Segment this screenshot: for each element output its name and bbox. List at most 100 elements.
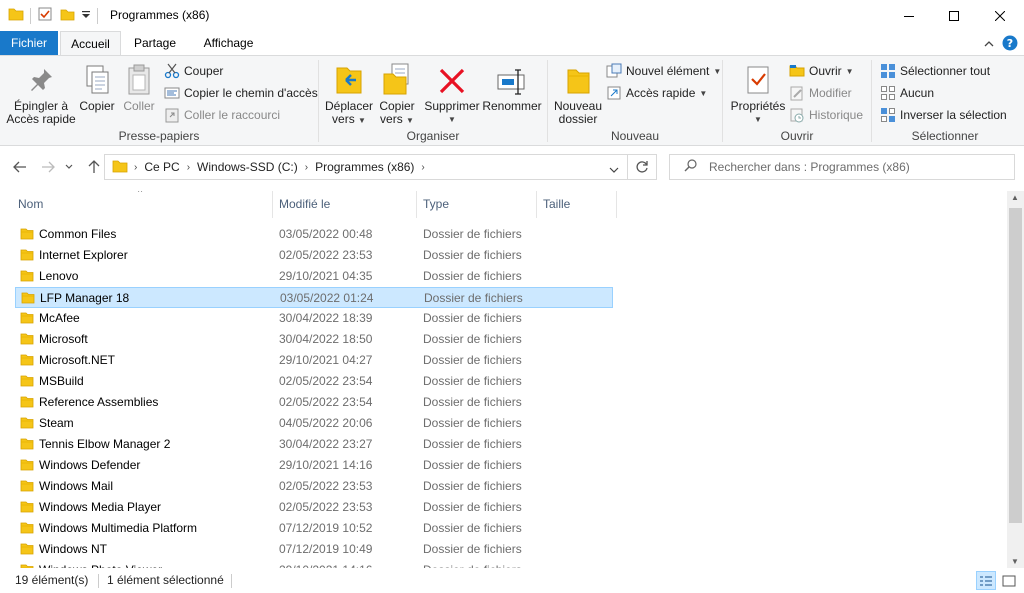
file-row[interactable]: MSBuild 02/05/2022 23:54 Dossier de fichie…	[15, 371, 613, 392]
file-row[interactable]: Tennis Elbow Manager 2 30/04/2022 23:27 Do…	[15, 434, 613, 455]
large-icons-view-button[interactable]	[999, 571, 1019, 590]
pin-quick-access-button[interactable]: Épingler à Accès rapide	[6, 60, 76, 126]
file-modified: 30/04/2022 18:50	[279, 332, 373, 346]
breadcrumb-this-pc[interactable]: Ce PC	[144, 160, 179, 174]
easy-access-button[interactable]: Accès rapide ▼	[606, 83, 707, 103]
properties-icon[interactable]	[37, 6, 53, 25]
column-header-modified[interactable]: Modifié le	[273, 191, 417, 218]
details-view-button[interactable]	[976, 571, 996, 590]
chevron-down-icon: ▼	[699, 88, 708, 98]
group-clipboard: Épingler à Accès rapide Copier Coller Co…	[0, 56, 318, 146]
breadcrumb-drive[interactable]: Windows-SSD (C:)	[197, 160, 298, 174]
invert-selection-button[interactable]: Inverser la sélection	[880, 105, 1007, 125]
column-header-name[interactable]: Nom	[12, 191, 273, 218]
file-name: Windows Multimedia Platform	[39, 521, 198, 535]
maximize-button[interactable]	[931, 0, 977, 31]
move-to-icon	[323, 60, 375, 96]
new-folder-icon[interactable]	[59, 6, 75, 25]
file-row[interactable]: LFP Manager 18 03/05/2022 01:24 Dossier de…	[15, 287, 613, 308]
scroll-down-icon[interactable]: ▼	[1011, 557, 1019, 566]
folder-icon	[20, 437, 34, 454]
delete-button[interactable]: Supprimer ▼	[423, 60, 481, 126]
file-row[interactable]: Internet Explorer 02/05/2022 23:53 Dossier…	[15, 245, 613, 266]
chevron-up-icon[interactable]	[984, 38, 994, 52]
search-input[interactable]	[709, 160, 1009, 174]
select-none-icon	[881, 86, 895, 100]
search-box[interactable]	[669, 154, 1015, 180]
scrollbar-thumb[interactable]	[1009, 208, 1022, 523]
copy-button[interactable]: Copier	[76, 60, 118, 113]
file-name: Tennis Elbow Manager 2	[39, 437, 171, 451]
history-button[interactable]: Historique	[789, 105, 863, 125]
scissors-icon	[164, 63, 180, 79]
quick-access-toolbar	[8, 6, 98, 25]
file-row[interactable]: Windows Media Player 02/05/2022 23:53 Doss…	[15, 497, 613, 518]
copy-path-label: Copier le chemin d'accès	[184, 86, 318, 100]
file-row[interactable]: Windows NT 07/12/2019 10:49 Dossier de fic…	[15, 539, 613, 560]
close-button[interactable]	[977, 0, 1023, 31]
back-button[interactable]	[10, 158, 30, 176]
group-open: Propriétés ▼ Ouvrir ▼ Modifier Historiqu…	[723, 56, 871, 146]
new-item-button[interactable]: Nouvel élément ▼	[606, 61, 721, 81]
file-row[interactable]: Windows Multimedia Platform 07/12/2019 10…	[15, 518, 613, 539]
customize-toolbar-icon[interactable]	[81, 6, 91, 25]
refresh-button[interactable]	[628, 154, 657, 180]
folder-icon	[20, 458, 34, 475]
address-history-dropdown[interactable]	[609, 163, 619, 177]
file-row[interactable]: Microsoft.NET 29/10/2021 04:27 Dossier de …	[15, 350, 613, 371]
file-row[interactable]: Common Files 03/05/2022 00:48 Dossier de f…	[15, 224, 613, 245]
copy-path-button[interactable]: Copier le chemin d'accès	[164, 83, 318, 103]
tab-view[interactable]: Affichage	[192, 31, 265, 55]
file-list: ^ Nom Modifié le Type Taille Common File…	[0, 191, 1007, 568]
copy-to-label-2: vers	[380, 112, 403, 126]
chevron-right-icon[interactable]: ›	[134, 162, 137, 173]
breadcrumb-current-folder[interactable]: Programmes (x86)	[315, 160, 414, 174]
file-row[interactable]: Reference Assemblies 02/05/2022 23:54 Doss…	[15, 392, 613, 413]
help-icon[interactable]: ?	[1002, 35, 1018, 54]
move-to-button[interactable]: Déplacer vers ▼	[323, 60, 375, 127]
status-divider	[98, 574, 99, 588]
file-type: Dossier de fichiers	[423, 542, 522, 556]
file-row[interactable]: McAfee 30/04/2022 18:39 Dossier de fichier…	[15, 308, 613, 329]
chevron-right-icon[interactable]: ›	[421, 162, 424, 173]
file-type: Dossier de fichiers	[423, 248, 522, 262]
open-button[interactable]: Ouvrir ▼	[789, 61, 854, 81]
scroll-up-icon[interactable]: ▲	[1011, 193, 1019, 202]
rename-label: Renommer	[482, 99, 542, 113]
chevron-right-icon[interactable]: ›	[187, 162, 190, 173]
paste-shortcut-button[interactable]: Coller le raccourci	[164, 105, 280, 125]
file-row[interactable]: Steam 04/05/2022 20:06 Dossier de fichiers	[15, 413, 613, 434]
vertical-scrollbar[interactable]: ▲ ▼	[1007, 191, 1024, 568]
file-row[interactable]: Windows Mail 02/05/2022 23:53 Dossier de f…	[15, 476, 613, 497]
easy-access-label: Accès rapide	[626, 86, 696, 100]
select-none-button[interactable]: Aucun	[880, 83, 934, 103]
new-folder-button[interactable]: Nouveau dossier	[552, 60, 604, 126]
close-icon	[995, 10, 1005, 21]
file-row[interactable]: Lenovo 29/10/2021 04:35 Dossier de fichier…	[15, 266, 613, 287]
address-bar[interactable]: › Ce PC › Windows-SSD (C:) › Programmes …	[104, 154, 628, 180]
folder-icon	[20, 500, 34, 517]
column-header-size[interactable]: Taille	[537, 191, 617, 218]
minimize-button[interactable]	[886, 0, 932, 31]
column-header-type[interactable]: Type	[417, 191, 537, 218]
folder-icon	[20, 227, 34, 244]
forward-button[interactable]	[38, 158, 58, 176]
up-button[interactable]	[84, 158, 104, 176]
rename-icon	[481, 60, 543, 96]
tab-share[interactable]: Partage	[125, 31, 185, 55]
file-row[interactable]: Microsoft 30/04/2022 18:50 Dossier de fich…	[15, 329, 613, 350]
recent-locations-button[interactable]	[62, 158, 76, 176]
file-row[interactable]: Windows Defender 29/10/2021 14:16 Dossier …	[15, 455, 613, 476]
properties-button[interactable]: Propriétés ▼	[727, 60, 789, 126]
paste-button[interactable]: Coller	[118, 60, 160, 113]
file-modified: 30/04/2022 18:39	[279, 311, 373, 325]
chevron-right-icon[interactable]: ›	[305, 162, 308, 173]
tab-file[interactable]: Fichier	[0, 31, 58, 55]
select-all-button[interactable]: Sélectionner tout	[880, 61, 990, 81]
cut-button[interactable]: Couper	[164, 61, 223, 81]
copy-to-button[interactable]: Copier vers ▼	[375, 60, 419, 127]
edit-button[interactable]: Modifier	[789, 83, 852, 103]
rename-button[interactable]: Renommer	[481, 60, 543, 113]
file-row[interactable]: Windows Photo Viewer 29/10/2021 14:16 Doss…	[15, 560, 613, 568]
tab-home[interactable]: Accueil	[60, 31, 121, 56]
